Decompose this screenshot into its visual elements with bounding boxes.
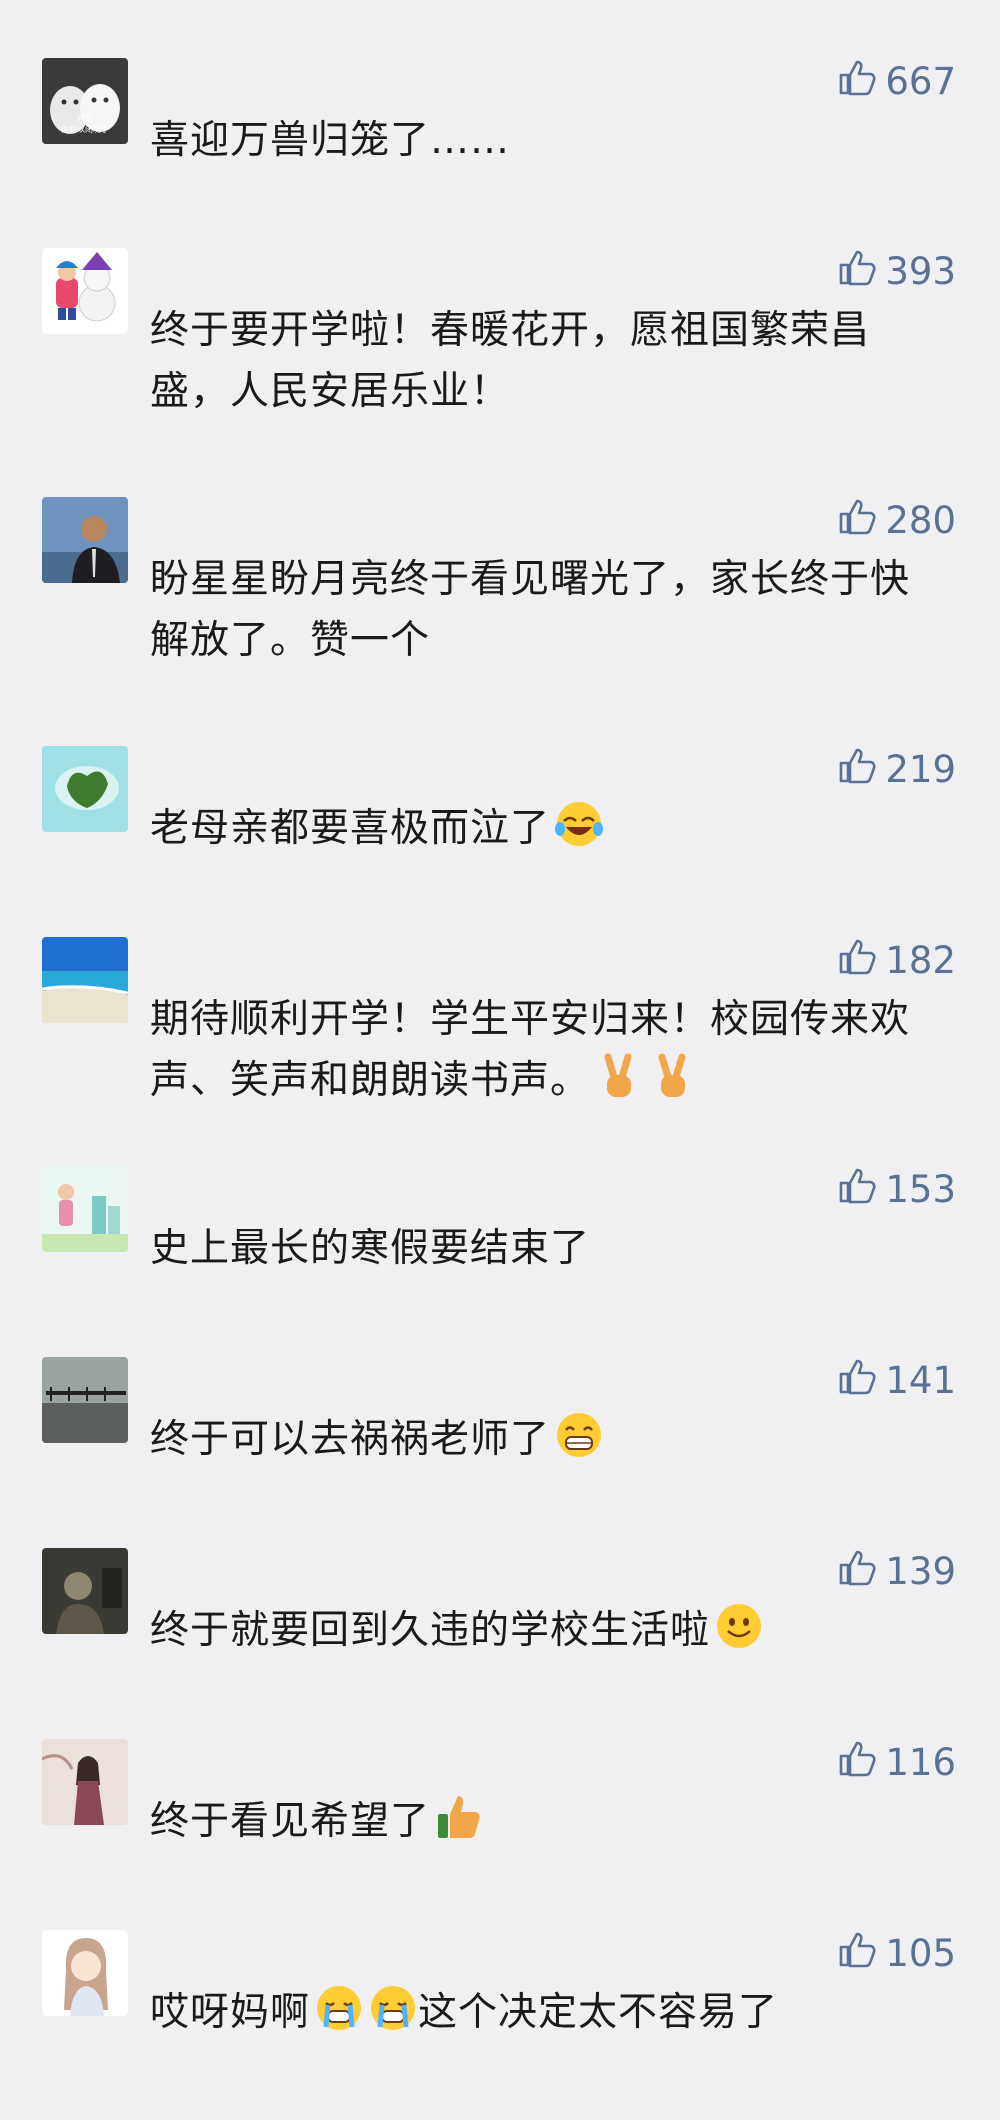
comment-text: 史上最长的寒假要结束了 [150, 1218, 930, 1279]
like-count: 116 [885, 1740, 956, 1784]
like-button[interactable]: 280 [837, 497, 956, 543]
anime-girl-avatar[interactable] [42, 1930, 128, 2016]
comment-text: 终于要开学啦！春暖花开，愿祖国繁荣昌盛，人民安居乐业！ [150, 300, 930, 422]
like-button[interactable]: 116 [837, 1739, 956, 1785]
victory-hand-emoji [648, 1051, 698, 1101]
comment-text: 终于看见希望了 [150, 1791, 930, 1852]
thumbs-up-icon [837, 1738, 877, 1787]
thumbs-up-icon [837, 247, 877, 296]
comment-item: 对了 你可以闭嘴了 667 喜迎万兽归笼了…… [0, 58, 1000, 248]
comment-body: 喜迎万兽归笼了…… [150, 118, 511, 163]
comment-body: 史上最长的寒假要结束了 [150, 1226, 591, 1271]
illustration-avatar[interactable] [42, 1166, 128, 1252]
comment-body: 哎呀妈啊 [150, 1990, 311, 2035]
like-button[interactable]: 393 [837, 248, 956, 294]
comment-item: 393 终于要开学啦！春暖花开，愿祖国繁荣昌盛，人民安居乐业！ [0, 248, 1000, 438]
like-button[interactable]: 141 [837, 1357, 956, 1403]
crying-emoji [368, 1983, 418, 2033]
thumbs-up-icon [837, 1929, 877, 1978]
man-avatar[interactable] [42, 497, 128, 583]
crying-emoji [314, 1983, 364, 2033]
snowman-avatar[interactable] [42, 248, 128, 334]
like-count: 667 [885, 59, 956, 103]
comment-list: 对了 你可以闭嘴了 667 喜迎万兽归笼了…… 393 终于要开学啦！春暖花开，… [0, 0, 1000, 2072]
smile-emoji [714, 1601, 764, 1651]
like-button[interactable]: 153 [837, 1166, 956, 1212]
dark-portrait-avatar[interactable] [42, 1548, 128, 1634]
comment-item: 182 期待顺利开学！学生平安归来！校园传来欢声、笑声和朗朗读书声。 [0, 937, 1000, 1127]
comment-item: 105 哎呀妈啊 这个决定太不容易了 [0, 1930, 1000, 2120]
comment-body: 终于要开学啦！春暖花开，愿祖国繁荣昌盛，人民安居乐业！ [150, 308, 871, 414]
comment-text: 盼星星盼月亮终于看见曙光了，家长终于快解放了。赞一个 [150, 549, 930, 671]
comment-item: 219 老母亲都要喜极而泣了 [0, 746, 1000, 936]
like-button[interactable]: 667 [837, 58, 956, 104]
thumbs-up-emoji [434, 1792, 484, 1842]
comment-item: 280 盼星星盼月亮终于看见曙光了，家长终于快解放了。赞一个 [0, 497, 1000, 687]
comment-body: 老母亲都要喜极而泣了 [150, 806, 551, 851]
avatar-caption-line2: 你可以闭嘴了 [61, 124, 109, 134]
comment-body-tail: 这个决定太不容易了 [418, 1990, 779, 2035]
like-count: 280 [885, 498, 956, 542]
like-button[interactable]: 139 [837, 1548, 956, 1594]
like-count: 393 [885, 249, 956, 293]
comment-text: 哎呀妈啊 这个决定太不容易了 [150, 1982, 930, 2043]
comment-item: 153 史上最长的寒假要结束了 [0, 1166, 1000, 1356]
like-button[interactable]: 219 [837, 746, 956, 792]
comment-body: 盼星星盼月亮终于看见曙光了，家长终于快解放了。赞一个 [150, 557, 911, 663]
comment-body: 终于就要回到久违的学校生活啦 [150, 1608, 711, 1653]
thumbs-up-icon [837, 1356, 877, 1405]
comment-text: 喜迎万兽归笼了…… [150, 110, 930, 171]
thumbs-up-icon [837, 496, 877, 545]
tears-of-joy-emoji [554, 799, 604, 849]
like-count: 153 [885, 1167, 956, 1211]
like-count: 141 [885, 1358, 956, 1402]
thumbs-up-icon [837, 745, 877, 794]
girl-avatar[interactable] [42, 1739, 128, 1825]
avatar-caption-line1: 对了 [77, 112, 93, 122]
comment-body: 终于看见希望了 [150, 1799, 431, 1844]
comment-item: 116 终于看见希望了 [0, 1739, 1000, 1929]
beach-avatar[interactable] [42, 937, 128, 1023]
pier-avatar[interactable] [42, 1357, 128, 1443]
like-count: 219 [885, 747, 956, 791]
like-count: 139 [885, 1549, 956, 1593]
comment-text: 终于就要回到久违的学校生活啦 [150, 1600, 930, 1661]
comment-body: 期待顺利开学！学生平安归来！校园传来欢声、笑声和朗朗读书声。 [150, 997, 911, 1103]
cats-avatar[interactable]: 对了 你可以闭嘴了 [42, 58, 128, 144]
thumbs-up-icon [837, 57, 877, 106]
island-avatar[interactable] [42, 746, 128, 832]
like-button[interactable]: 105 [837, 1930, 956, 1976]
grin-emoji [554, 1410, 604, 1460]
comment-text: 期待顺利开学！学生平安归来！校园传来欢声、笑声和朗朗读书声。 [150, 989, 930, 1111]
comment-text: 老母亲都要喜极而泣了 [150, 798, 930, 859]
comment-body: 终于可以去祸祸老师了 [150, 1417, 551, 1462]
comment-item: 139 终于就要回到久违的学校生活啦 [0, 1548, 1000, 1738]
like-button[interactable]: 182 [837, 937, 956, 983]
thumbs-up-icon [837, 1165, 877, 1214]
comment-text: 终于可以去祸祸老师了 [150, 1409, 930, 1470]
like-count: 105 [885, 1931, 956, 1975]
like-count: 182 [885, 938, 956, 982]
victory-hand-emoji [594, 1051, 644, 1101]
thumbs-up-icon [837, 1547, 877, 1596]
thumbs-up-icon [837, 936, 877, 985]
comment-item: 141 终于可以去祸祸老师了 [0, 1357, 1000, 1547]
